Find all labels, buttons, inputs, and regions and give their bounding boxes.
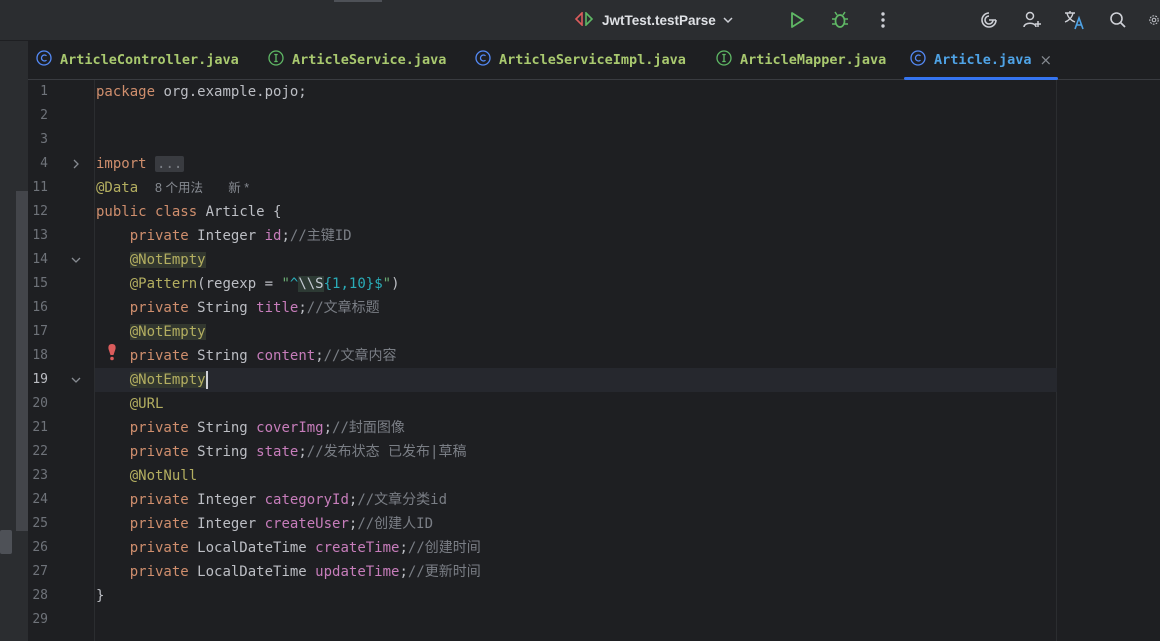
line-number: 17 (32, 324, 48, 339)
class-icon (36, 50, 52, 70)
chevron-down-icon (722, 11, 734, 30)
class-icon (475, 50, 491, 70)
code-line: public class Article { (96, 204, 282, 220)
code-line: @NotNull (129, 468, 198, 484)
line-number: 16 (32, 300, 48, 315)
line-number: 29 (32, 612, 48, 627)
line-number: 2 (40, 108, 48, 123)
code-line: private Integer id;//主键ID (129, 228, 352, 244)
line-number: 13 (32, 228, 48, 243)
title-bar: JwtTest.testParse (0, 0, 1160, 41)
code-line: private String state;//发布状态 已发布|草稿 (129, 444, 467, 460)
tab-article-mapper[interactable]: ArticleMapper.java (716, 41, 886, 79)
title-bar-accent (334, 0, 382, 2)
line-number-current: 19 (32, 372, 48, 387)
tab-label: ArticleMapper.java (740, 52, 887, 68)
tab-label: ArticleServiceImpl.java (499, 52, 686, 68)
line-number: 21 (32, 420, 48, 435)
code-line: private Integer categoryId;//文章分类id (129, 492, 448, 508)
line-number: 27 (32, 564, 48, 579)
line-number-gutter: 1 2 3 4 11 12 13 14 15 16 17 18 19 20 21… (28, 80, 116, 641)
code-line-current: @NotEmpty (129, 371, 208, 389)
line-number: 15 (32, 276, 48, 291)
tab-article-service[interactable]: ArticleService.java (268, 41, 446, 79)
line-number: 22 (32, 444, 48, 459)
line-number: 28 (32, 588, 48, 603)
code-line: @URL (129, 396, 164, 412)
line-number: 20 (32, 396, 48, 411)
class-icon (910, 50, 926, 70)
interface-icon (268, 50, 284, 70)
code-line: private LocalDateTime updateTime;//更新时间 (129, 564, 481, 580)
left-tool-strip (0, 41, 29, 641)
line-number: 3 (40, 132, 48, 147)
fold-expand-icon[interactable] (70, 152, 82, 176)
close-tab-icon[interactable]: × (1040, 51, 1053, 69)
author-inlay-hint[interactable]: 新 * (228, 181, 249, 195)
current-line-highlight (95, 368, 1057, 392)
tab-label: ArticleService.java (292, 52, 447, 68)
code-line: @NotEmpty (129, 252, 206, 268)
translate-icon[interactable] (1063, 8, 1087, 32)
tab-article-service-impl[interactable]: ArticleServiceImpl.java (475, 41, 686, 79)
tab-label: Article.java (934, 52, 1032, 68)
code-line: import ... (96, 156, 185, 172)
interface-icon (716, 50, 732, 70)
line-number: 1 (40, 84, 48, 99)
fold-collapse-icon[interactable] (70, 248, 82, 272)
line-number: 23 (32, 468, 48, 483)
debug-icon[interactable] (828, 8, 852, 32)
fold-collapse-icon[interactable] (70, 368, 82, 392)
line-number: 26 (32, 540, 48, 555)
code-line: @Pattern(regexp = "^\\S{1,10}$") (129, 276, 400, 292)
run-config-icon (574, 10, 596, 30)
scrollbar-thumb[interactable] (16, 191, 28, 531)
line-number: 24 (32, 492, 48, 507)
code-line: package org.example.pojo; (96, 84, 307, 100)
run-configuration-selector[interactable]: JwtTest.testParse (574, 8, 734, 32)
tab-label: ArticleController.java (60, 52, 239, 68)
code-line: @NotEmpty (129, 324, 206, 340)
editor-tab-bar: ArticleController.java ArticleService.ja… (28, 41, 1160, 80)
tab-article-active[interactable]: Article.java × (904, 41, 1059, 80)
code-line: private Integer createUser;//创建人ID (129, 516, 434, 532)
line-number: 4 (40, 156, 48, 171)
code-line: private String title;//文章标题 (129, 300, 380, 316)
text-caret (205, 371, 208, 389)
more-options-icon[interactable] (871, 8, 895, 32)
search-icon[interactable] (1106, 8, 1130, 32)
line-number: 11 (32, 180, 48, 195)
folded-imports[interactable]: ... (155, 156, 185, 172)
right-margin-guide (1056, 80, 1057, 641)
run-config-label: JwtTest.testParse (602, 12, 716, 28)
code-line: } (96, 588, 105, 604)
line-number: 25 (32, 516, 48, 531)
ai-assistant-icon[interactable] (977, 8, 1001, 32)
code-line: @Data 8 个用法 新 * (96, 180, 250, 196)
run-icon[interactable] (785, 8, 809, 32)
code-line: private String content;//文章内容 (129, 348, 397, 364)
code-line: private LocalDateTime createTime;//创建时间 (129, 540, 481, 556)
tab-article-controller[interactable]: ArticleController.java (36, 41, 239, 79)
line-number: 18 (32, 348, 48, 363)
line-number: 12 (32, 204, 48, 219)
scroll-position-marker[interactable] (0, 530, 12, 554)
line-number: 14 (32, 252, 48, 267)
usages-inlay-hint[interactable]: 8 个用法 (155, 181, 203, 195)
settings-gear-icon[interactable] (1148, 8, 1160, 32)
add-user-icon[interactable] (1020, 8, 1044, 32)
code-editor[interactable]: package org.example.pojo; import ... @Da… (95, 80, 1160, 641)
code-line: private String coverImg;//封面图像 (129, 420, 405, 436)
